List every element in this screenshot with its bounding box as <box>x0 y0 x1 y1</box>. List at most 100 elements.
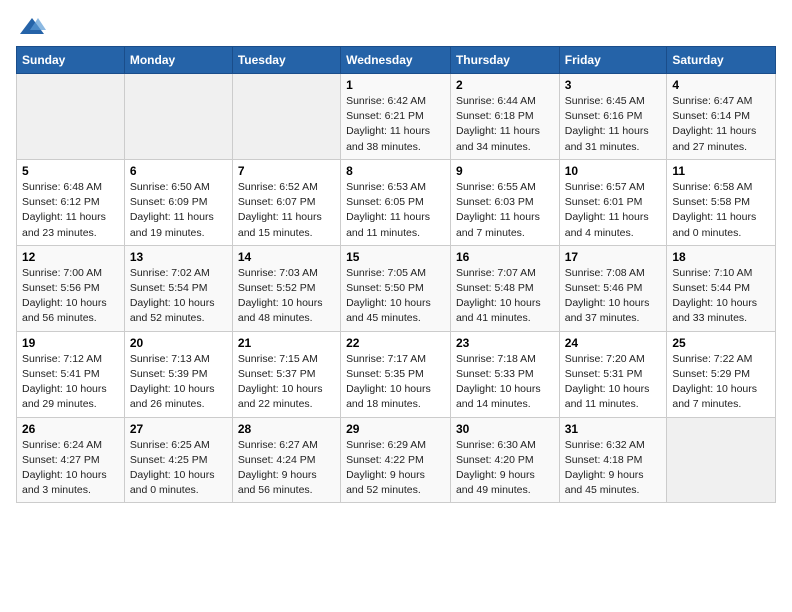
day-info: Sunrise: 7:22 AM Sunset: 5:29 PM Dayligh… <box>672 352 770 413</box>
day-number: 19 <box>22 336 119 350</box>
day-info: Sunrise: 7:15 AM Sunset: 5:37 PM Dayligh… <box>238 352 335 413</box>
calendar-cell: 14 Sunrise: 7:03 AM Sunset: 5:52 PM Dayli… <box>232 245 340 331</box>
day-number: 26 <box>22 422 119 436</box>
calendar-cell <box>17 74 125 160</box>
day-number: 18 <box>672 250 770 264</box>
calendar-cell: 10 Sunrise: 6:57 AM Sunset: 6:01 PM Dayli… <box>559 159 667 245</box>
day-info: Sunrise: 6:44 AM Sunset: 6:18 PM Dayligh… <box>456 94 554 155</box>
weekday-header-sunday: Sunday <box>17 47 125 74</box>
calendar-cell: 3 Sunrise: 6:45 AM Sunset: 6:16 PM Daylig… <box>559 74 667 160</box>
day-info: Sunrise: 6:25 AM Sunset: 4:25 PM Dayligh… <box>130 438 227 499</box>
calendar-week-row: 12Sunrise: 7:00 AM Sunset: 5:56 PM Dayli… <box>17 245 776 331</box>
calendar-cell: 8 Sunrise: 6:53 AM Sunset: 6:05 PM Daylig… <box>341 159 451 245</box>
day-info: Sunrise: 7:20 AM Sunset: 5:31 PM Dayligh… <box>565 352 662 413</box>
calendar-week-row: 19 Sunrise: 7:12 AM Sunset: 5:41 PM Dayli… <box>17 331 776 417</box>
day-number: 4 <box>672 78 770 92</box>
calendar-cell: 9Sunrise: 6:55 AM Sunset: 6:03 PM Daylig… <box>450 159 559 245</box>
calendar-cell: 15 Sunrise: 7:05 AM Sunset: 5:50 PM Dayli… <box>341 245 451 331</box>
day-number: 16 <box>456 250 554 264</box>
day-number: 25 <box>672 336 770 350</box>
weekday-header-monday: Monday <box>124 47 232 74</box>
day-number: 8 <box>346 164 445 178</box>
day-info: Sunrise: 6:52 AM Sunset: 6:07 PM Dayligh… <box>238 180 335 241</box>
day-info: Sunrise: 6:32 AM Sunset: 4:18 PM Dayligh… <box>565 438 662 499</box>
day-info: Sunrise: 6:48 AM Sunset: 6:12 PM Dayligh… <box>22 180 119 241</box>
day-info: Sunrise: 6:24 AM Sunset: 4:27 PM Dayligh… <box>22 438 119 499</box>
calendar-cell: 21 Sunrise: 7:15 AM Sunset: 5:37 PM Dayli… <box>232 331 340 417</box>
day-number: 17 <box>565 250 662 264</box>
day-number: 14 <box>238 250 335 264</box>
calendar-cell: 12Sunrise: 7:00 AM Sunset: 5:56 PM Dayli… <box>17 245 125 331</box>
logo-icon <box>18 16 46 36</box>
calendar-cell: 13Sunrise: 7:02 AM Sunset: 5:54 PM Dayli… <box>124 245 232 331</box>
day-info: Sunrise: 6:58 AM Sunset: 5:58 PM Dayligh… <box>672 180 770 241</box>
day-info: Sunrise: 6:45 AM Sunset: 6:16 PM Dayligh… <box>565 94 662 155</box>
day-number: 20 <box>130 336 227 350</box>
day-info: Sunrise: 6:29 AM Sunset: 4:22 PM Dayligh… <box>346 438 445 499</box>
day-number: 12 <box>22 250 119 264</box>
calendar-cell: 23 Sunrise: 7:18 AM Sunset: 5:33 PM Dayli… <box>450 331 559 417</box>
day-number: 31 <box>565 422 662 436</box>
weekday-header-tuesday: Tuesday <box>232 47 340 74</box>
calendar-cell: 6 Sunrise: 6:50 AM Sunset: 6:09 PM Daylig… <box>124 159 232 245</box>
day-number: 2 <box>456 78 554 92</box>
weekday-header-friday: Friday <box>559 47 667 74</box>
calendar-cell: 2 Sunrise: 6:44 AM Sunset: 6:18 PM Daylig… <box>450 74 559 160</box>
calendar-cell: 22Sunrise: 7:17 AM Sunset: 5:35 PM Dayli… <box>341 331 451 417</box>
day-number: 15 <box>346 250 445 264</box>
logo <box>16 16 46 36</box>
day-info: Sunrise: 6:53 AM Sunset: 6:05 PM Dayligh… <box>346 180 445 241</box>
calendar-cell: 11 Sunrise: 6:58 AM Sunset: 5:58 PM Dayli… <box>667 159 776 245</box>
day-number: 28 <box>238 422 335 436</box>
weekday-header-wednesday: Wednesday <box>341 47 451 74</box>
day-info: Sunrise: 6:47 AM Sunset: 6:14 PM Dayligh… <box>672 94 770 155</box>
calendar-week-row: 1 Sunrise: 6:42 AM Sunset: 6:21 PM Daylig… <box>17 74 776 160</box>
calendar-cell: 4 Sunrise: 6:47 AM Sunset: 6:14 PM Daylig… <box>667 74 776 160</box>
calendar-cell: 30 Sunrise: 6:30 AM Sunset: 4:20 PM Dayli… <box>450 417 559 503</box>
calendar-cell: 31 Sunrise: 6:32 AM Sunset: 4:18 PM Dayli… <box>559 417 667 503</box>
calendar-cell: 17 Sunrise: 7:08 AM Sunset: 5:46 PM Dayli… <box>559 245 667 331</box>
calendar-cell: 24 Sunrise: 7:20 AM Sunset: 5:31 PM Dayli… <box>559 331 667 417</box>
page-header <box>16 16 776 36</box>
day-number: 13 <box>130 250 227 264</box>
day-info: Sunrise: 7:07 AM Sunset: 5:48 PM Dayligh… <box>456 266 554 327</box>
day-number: 22 <box>346 336 445 350</box>
calendar-cell: 29 Sunrise: 6:29 AM Sunset: 4:22 PM Dayli… <box>341 417 451 503</box>
calendar-cell: 26 Sunrise: 6:24 AM Sunset: 4:27 PM Dayli… <box>17 417 125 503</box>
calendar-cell <box>232 74 340 160</box>
day-info: Sunrise: 7:03 AM Sunset: 5:52 PM Dayligh… <box>238 266 335 327</box>
day-number: 27 <box>130 422 227 436</box>
calendar-cell: 7Sunrise: 6:52 AM Sunset: 6:07 PM Daylig… <box>232 159 340 245</box>
day-number: 1 <box>346 78 445 92</box>
day-number: 11 <box>672 164 770 178</box>
day-number: 3 <box>565 78 662 92</box>
day-info: Sunrise: 7:08 AM Sunset: 5:46 PM Dayligh… <box>565 266 662 327</box>
day-number: 6 <box>130 164 227 178</box>
calendar-cell <box>667 417 776 503</box>
day-info: Sunrise: 6:27 AM Sunset: 4:24 PM Dayligh… <box>238 438 335 499</box>
day-number: 29 <box>346 422 445 436</box>
day-number: 21 <box>238 336 335 350</box>
calendar-cell: 16 Sunrise: 7:07 AM Sunset: 5:48 PM Dayli… <box>450 245 559 331</box>
day-number: 23 <box>456 336 554 350</box>
day-info: Sunrise: 6:57 AM Sunset: 6:01 PM Dayligh… <box>565 180 662 241</box>
calendar-cell: 25 Sunrise: 7:22 AM Sunset: 5:29 PM Dayli… <box>667 331 776 417</box>
day-info: Sunrise: 7:05 AM Sunset: 5:50 PM Dayligh… <box>346 266 445 327</box>
calendar-cell: 1 Sunrise: 6:42 AM Sunset: 6:21 PM Daylig… <box>341 74 451 160</box>
day-number: 5 <box>22 164 119 178</box>
day-number: 9 <box>456 164 554 178</box>
calendar-cell <box>124 74 232 160</box>
calendar-week-row: 5 Sunrise: 6:48 AM Sunset: 6:12 PM Daylig… <box>17 159 776 245</box>
weekday-header-saturday: Saturday <box>667 47 776 74</box>
day-info: Sunrise: 6:42 AM Sunset: 6:21 PM Dayligh… <box>346 94 445 155</box>
calendar-cell: 19 Sunrise: 7:12 AM Sunset: 5:41 PM Dayli… <box>17 331 125 417</box>
day-info: Sunrise: 7:12 AM Sunset: 5:41 PM Dayligh… <box>22 352 119 413</box>
day-number: 30 <box>456 422 554 436</box>
day-info: Sunrise: 6:30 AM Sunset: 4:20 PM Dayligh… <box>456 438 554 499</box>
day-info: Sunrise: 7:18 AM Sunset: 5:33 PM Dayligh… <box>456 352 554 413</box>
day-number: 10 <box>565 164 662 178</box>
day-number: 24 <box>565 336 662 350</box>
day-info: Sunrise: 7:10 AM Sunset: 5:44 PM Dayligh… <box>672 266 770 327</box>
day-info: Sunrise: 6:50 AM Sunset: 6:09 PM Dayligh… <box>130 180 227 241</box>
calendar-cell: 18 Sunrise: 7:10 AM Sunset: 5:44 PM Dayli… <box>667 245 776 331</box>
